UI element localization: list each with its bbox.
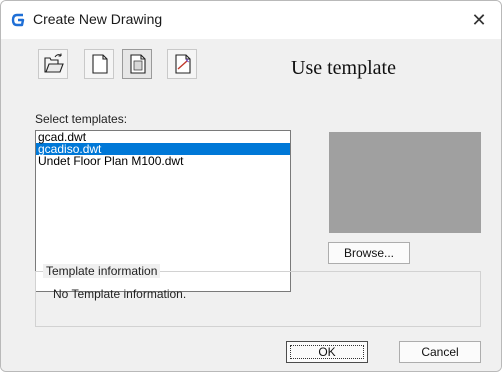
template-icon	[130, 54, 146, 74]
blank-drawing-icon	[92, 54, 108, 74]
dialog-body: Use template Select templates: gcad.dwt …	[1, 39, 501, 371]
open-folder-icon	[44, 53, 64, 73]
close-icon: ✕	[471, 9, 487, 30]
select-templates-label: Select templates:	[35, 112, 128, 126]
focus-rectangle	[290, 345, 364, 359]
browse-button[interactable]: Browse...	[328, 242, 410, 264]
ok-button[interactable]: OK	[286, 341, 368, 363]
mode-title: Use template	[291, 57, 396, 79]
open-drawing-button[interactable]	[38, 49, 68, 79]
template-information-text: No Template information.	[53, 287, 187, 301]
wizard-icon	[175, 54, 191, 74]
template-item-undet-floor-plan[interactable]: Undet Floor Plan M100.dwt	[36, 155, 290, 167]
window-title: Create New Drawing	[33, 11, 163, 27]
template-information-title: Template information	[43, 264, 161, 278]
create-new-drawing-dialog: Create New Drawing ✕ Use template Select…	[0, 0, 502, 372]
start-from-scratch-button[interactable]	[84, 49, 114, 79]
title-bar: Create New Drawing ✕	[1, 1, 501, 39]
gstarcad-app-icon	[11, 13, 25, 27]
template-preview	[329, 132, 481, 233]
cancel-button[interactable]: Cancel	[399, 341, 481, 363]
use-template-button[interactable]	[122, 49, 152, 79]
close-button[interactable]: ✕	[457, 1, 501, 39]
use-wizard-button[interactable]	[167, 49, 197, 79]
